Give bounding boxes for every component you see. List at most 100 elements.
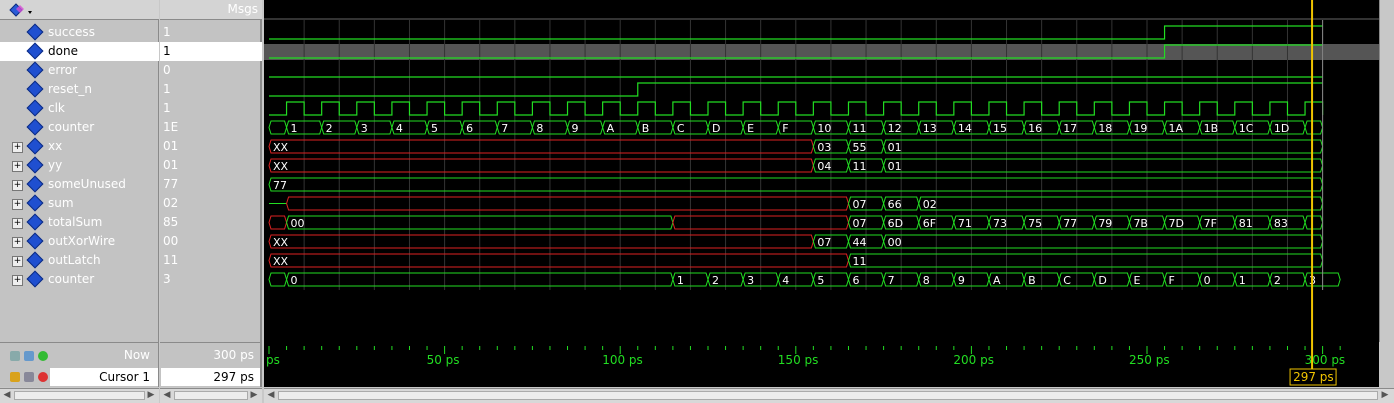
signal-name: counter <box>48 120 95 134</box>
signal-value: 1 <box>163 44 171 58</box>
monitor-icon[interactable] <box>24 351 34 361</box>
bus-value-label: 7D <box>1169 217 1184 230</box>
value-row-done[interactable]: 1 <box>160 42 262 61</box>
timeline-tick-label: 300 ps <box>1305 353 1346 367</box>
vertical-scrollbar[interactable] <box>1379 0 1394 342</box>
signal-row-totalSum[interactable]: + totalSum <box>0 213 159 232</box>
signal-group-icon[interactable] <box>8 3 32 17</box>
bus-value-label: D <box>1098 274 1106 287</box>
value-row-outXorWire[interactable]: 00 <box>160 232 262 251</box>
expand-icon[interactable]: + <box>12 256 23 267</box>
signal-row-reset_n[interactable]: reset_n <box>0 80 159 99</box>
bus-value-label: F <box>1169 274 1175 287</box>
signal-name: success <box>48 25 95 39</box>
bus-value-label: 3 <box>747 274 754 287</box>
signal-name: totalSum <box>48 215 103 229</box>
timeline-canvas[interactable]: ps 50 ps 100 ps 150 ps 200 ps 250 ps 300 ps 297… <box>264 342 1379 387</box>
bus-value-label: 07 <box>852 217 866 230</box>
value-row-reset_n[interactable]: 1 <box>160 80 262 99</box>
scroll-track[interactable] <box>278 391 1378 400</box>
signal-row-counter[interactable]: counter <box>0 118 159 137</box>
expand-icon[interactable]: + <box>12 142 23 153</box>
wave-pane[interactable]: 1 2 3 4 5 6 7 8 9 A B C D E F 10 11 12 13 14 15 16 17 18 19 1A 1B 1… <box>264 0 1379 342</box>
value-row-totalSum[interactable]: 85 <box>160 213 262 232</box>
bus-value-label: E <box>747 122 754 135</box>
scroll-left-icon[interactable]: ◀ <box>265 390 277 401</box>
signal-row-error[interactable]: error <box>0 61 159 80</box>
signal-diamond-icon <box>26 118 44 136</box>
value-row-error[interactable]: 0 <box>160 61 262 80</box>
bus-value-label: 83 <box>1274 217 1288 230</box>
value-row-outLatch[interactable]: 11 <box>160 251 262 270</box>
expand-icon[interactable]: + <box>12 237 23 248</box>
value-row-counter[interactable]: 3 <box>160 270 262 289</box>
value-row-someUnused[interactable]: 77 <box>160 175 262 194</box>
timeline-ruler[interactable]: ps 50 ps 100 ps 150 ps 200 ps 250 ps 300 ps 297… <box>264 342 1379 387</box>
signal-row-xx[interactable]: + xx <box>0 137 159 156</box>
bus-value-label: 7 <box>888 274 895 287</box>
cursor-name[interactable]: Cursor 1 <box>50 368 158 386</box>
wave-canvas[interactable]: 1 2 3 4 5 6 7 8 9 A B C D E F 10 11 12 13 14 15 16 17 18 19 1A 1B 1… <box>264 0 1379 342</box>
bus-value-label: 07 <box>852 198 866 211</box>
bus-segment <box>286 196 850 211</box>
value-row-sum[interactable]: 02 <box>160 194 262 213</box>
expand-icon[interactable]: + <box>12 199 23 210</box>
scroll-left-icon[interactable]: ◀ <box>1 390 13 401</box>
timeline-tick-label: 100 ps <box>602 353 643 367</box>
value-row-clk[interactable]: 1 <box>160 99 262 118</box>
scroll-left-icon[interactable]: ◀ <box>161 390 173 401</box>
scroll-right-icon[interactable]: ▶ <box>1379 390 1391 401</box>
bus-value-label: 1B <box>1204 122 1219 135</box>
bus-value-label: 1C <box>1239 122 1254 135</box>
scroll-track[interactable] <box>14 391 145 400</box>
signal-row-yy[interactable]: + yy <box>0 156 159 175</box>
signal-row-someUnused[interactable]: + someUnused <box>0 175 159 194</box>
scroll-track[interactable] <box>174 391 248 400</box>
bus-value-label: A <box>607 122 615 135</box>
signal-diamond-icon <box>26 232 44 250</box>
bus-segment <box>847 253 1324 268</box>
bus-segment <box>918 196 1324 211</box>
bus-value-label: F <box>782 122 788 135</box>
zoom-icon[interactable] <box>10 351 20 361</box>
bus-value-label: 73 <box>993 217 1007 230</box>
signal-row-done[interactable]: done <box>0 42 159 61</box>
wave-pane-hscrollbar[interactable]: ◀ ▶ <box>264 388 1394 403</box>
bus-value-label: C <box>677 122 685 135</box>
bus-value-label: 18 <box>1098 122 1112 135</box>
name-pane-header <box>0 0 159 20</box>
signal-row-counter[interactable]: + counter <box>0 270 159 289</box>
expand-icon[interactable]: + <box>12 275 23 286</box>
scroll-right-icon[interactable]: ▶ <box>248 390 260 401</box>
signal-row-outXorWire[interactable]: + outXorWire <box>0 232 159 251</box>
signal-name: yy <box>48 158 63 172</box>
bus-value-label: D <box>712 122 720 135</box>
scroll-right-icon[interactable]: ▶ <box>145 390 157 401</box>
signal-row-sum[interactable]: + sum <box>0 194 159 213</box>
bus-value-label: E <box>1133 274 1140 287</box>
value-row-yy[interactable]: 01 <box>160 156 262 175</box>
name-pane-hscrollbar[interactable]: ◀ ▶ <box>0 388 159 403</box>
lock-icon[interactable] <box>10 372 20 382</box>
expand-icon[interactable]: + <box>12 218 23 229</box>
expand-icon[interactable]: + <box>12 180 23 191</box>
signal-row-clk[interactable]: clk <box>0 99 159 118</box>
bus-value-label: 77 <box>273 179 287 192</box>
value-row-counter[interactable]: 1E <box>160 118 262 137</box>
bus-value-label: 5 <box>817 274 824 287</box>
value-pane-hscrollbar[interactable]: ◀ ▶ <box>160 388 262 403</box>
bus-value-label: 2 <box>326 122 333 135</box>
value-row-xx[interactable]: 01 <box>160 137 262 156</box>
signal-row-success[interactable]: success <box>0 23 159 42</box>
bus-value-label: 9 <box>572 122 579 135</box>
value-row-success[interactable]: 1 <box>160 23 262 42</box>
bus-segment <box>883 234 1324 249</box>
signal-row-outLatch[interactable]: + outLatch <box>0 251 159 270</box>
expand-icon[interactable]: + <box>12 161 23 172</box>
timeline-tick-label: 200 ps <box>953 353 994 367</box>
delete-cursor-icon[interactable] <box>38 372 48 382</box>
bus-segment <box>1304 120 1324 135</box>
wrench-icon[interactable] <box>24 372 34 382</box>
add-cursor-icon[interactable] <box>38 351 48 361</box>
bus-value-label: 03 <box>817 141 831 154</box>
